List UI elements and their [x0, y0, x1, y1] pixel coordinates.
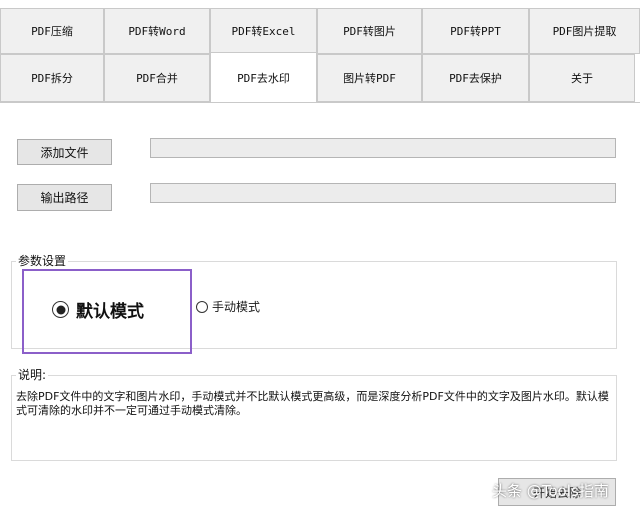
output-path-field[interactable]: [150, 183, 616, 203]
tab-pdf-remove-protection[interactable]: PDF去保护: [422, 54, 529, 102]
add-file-field[interactable]: [150, 138, 616, 158]
manual-mode-label: 手动模式: [212, 300, 261, 314]
tab-pdf-to-excel[interactable]: PDF转Excel: [210, 8, 317, 54]
tab-pdf-image-extract[interactable]: PDF图片提取: [529, 8, 640, 54]
radio-unchecked-icon[interactable]: [196, 300, 208, 313]
watermark-text: 头条 @Tools指南: [492, 482, 609, 500]
output-path-button[interactable]: 输出路径: [17, 184, 112, 211]
highlight-box: [22, 269, 192, 354]
tab-about[interactable]: 关于: [529, 54, 635, 102]
params-title: 参数设置: [16, 254, 69, 268]
tab-pdf-to-word[interactable]: PDF转Word: [104, 8, 210, 54]
manual-mode-option[interactable]: 手动模式: [196, 298, 260, 315]
tab-pdf-split[interactable]: PDF拆分: [0, 54, 104, 102]
tab-pdf-to-image[interactable]: PDF转图片: [317, 8, 422, 54]
add-file-button[interactable]: 添加文件: [17, 139, 112, 165]
description-text: 去除PDF文件中的文字和图片水印，手动模式并不比默认模式更高级，而是深度分析PD…: [16, 390, 609, 417]
description-group: [11, 375, 617, 461]
tab-pdf-remove-watermark[interactable]: PDF去水印: [210, 52, 317, 103]
tab-pdf-to-ppt[interactable]: PDF转PPT: [422, 8, 529, 54]
description-title: 说明:: [16, 368, 49, 382]
tab-pdf-compress[interactable]: PDF压缩: [0, 8, 104, 54]
tab-image-to-pdf[interactable]: 图片转PDF: [317, 54, 422, 102]
tab-divider: [0, 102, 640, 103]
tab-pdf-merge[interactable]: PDF合并: [104, 54, 210, 102]
